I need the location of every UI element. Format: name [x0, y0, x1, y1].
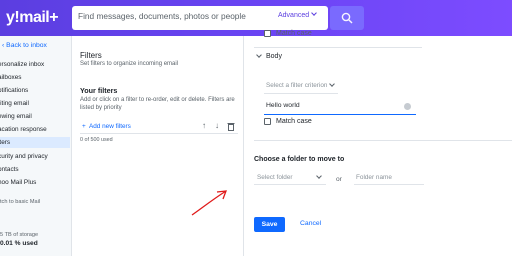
chevron-down-icon[interactable] — [329, 81, 335, 87]
filters-panel: Filters Set filters to organize incoming… — [72, 36, 244, 256]
match-case-label: Match case — [276, 118, 312, 125]
page-title: Filters — [80, 51, 102, 60]
select-underline — [264, 93, 338, 94]
match-case-checkbox[interactable] — [264, 118, 271, 125]
sidebar-item-yahoo-mail-plus[interactable]: hoo Mail Plus — [0, 177, 70, 188]
sidebar-item-writing-email[interactable]: riting email — [0, 98, 70, 109]
storage-label: 5 TB of storage — [0, 232, 39, 238]
match-case-top-label: Match case — [276, 30, 312, 37]
search-icon — [341, 12, 353, 24]
sidebar-item-viewing-email[interactable]: ewing email — [0, 111, 70, 122]
chevron-down-icon[interactable] — [256, 52, 262, 58]
switch-to-basic-mail-link[interactable]: tch to basic Mail — [0, 199, 40, 205]
select-folder-dropdown[interactable]: Select folder — [257, 174, 293, 181]
match-case-checkbox-top[interactable] — [264, 30, 271, 37]
page-subtitle: Set filters to organize incoming email — [80, 61, 179, 67]
body-section-label: Body — [266, 53, 282, 60]
search-input[interactable]: Find messages, documents, photos or peop… — [78, 11, 268, 21]
chevron-down-icon[interactable] — [316, 173, 322, 179]
trash-icon[interactable] — [227, 122, 235, 131]
sidebar-item-personalize-inbox[interactable]: ersonalize inbox — [0, 59, 70, 70]
folder-name-input[interactable]: Folder name — [356, 174, 392, 181]
clear-input-icon[interactable] — [404, 103, 411, 110]
chevron-down-icon — [311, 10, 317, 16]
filter-criterion-select[interactable]: Select a filter criterion — [266, 82, 327, 89]
add-new-filters-label: Add new filters — [88, 123, 131, 130]
yahoo-mail-logo[interactable]: y!mail+ — [6, 9, 59, 27]
sidebar-item-mailboxes[interactable]: ailboxes — [0, 72, 70, 83]
sidebar-item-vacation-response[interactable]: acation response — [0, 124, 70, 135]
input-underline — [264, 114, 416, 115]
filter-editor: Match case Body Select a filter criterio… — [244, 30, 512, 256]
back-to-inbox-label: Back to inbox — [6, 42, 47, 49]
search-box[interactable]: Find messages, documents, photos or peop… — [72, 6, 328, 30]
search-button[interactable] — [330, 6, 364, 30]
sidebar-item-filters[interactable]: lters — [0, 137, 70, 148]
folder-heading: Choose a folder to move to — [254, 156, 345, 163]
advanced-label: Advanced — [278, 12, 310, 19]
select-underline — [254, 184, 326, 185]
your-filters-heading: Your filters — [80, 86, 118, 95]
advanced-search-button[interactable]: Advanced — [278, 10, 317, 19]
top-bar: y!mail+ Find messages, documents, photos… — [0, 0, 512, 36]
your-filters-description: Add or click on a filter to re-order, ed… — [80, 97, 235, 111]
sidebar-item-contacts[interactable]: ontacts — [0, 164, 70, 175]
settings-sidebar: ‹ Back to inbox ersonalize inbox ailboxe… — [0, 36, 72, 256]
divider — [254, 140, 512, 141]
annotation-arrow-icon — [191, 190, 227, 216]
add-new-filters-button[interactable]: + Add new filters — [82, 123, 131, 130]
filter-count: 0 of 500 used — [80, 137, 113, 143]
move-up-icon[interactable]: ↑ — [202, 121, 206, 130]
move-down-icon[interactable]: ↓ — [215, 121, 219, 130]
save-button[interactable]: Save — [254, 217, 285, 232]
back-to-inbox-link[interactable]: ‹ Back to inbox — [2, 42, 47, 49]
input-underline — [354, 184, 424, 185]
or-label: or — [336, 176, 342, 183]
cancel-button[interactable]: Cancel — [300, 220, 321, 227]
divider — [254, 47, 422, 48]
storage-used: 0.01 % used — [0, 240, 38, 247]
sidebar-item-security-and-privacy[interactable]: curity and privacy — [0, 151, 70, 162]
body-text-input[interactable]: Hello world — [266, 102, 300, 109]
divider — [80, 133, 238, 134]
plus-icon: + — [82, 123, 86, 130]
sidebar-item-notifications[interactable]: otifications — [0, 85, 70, 96]
